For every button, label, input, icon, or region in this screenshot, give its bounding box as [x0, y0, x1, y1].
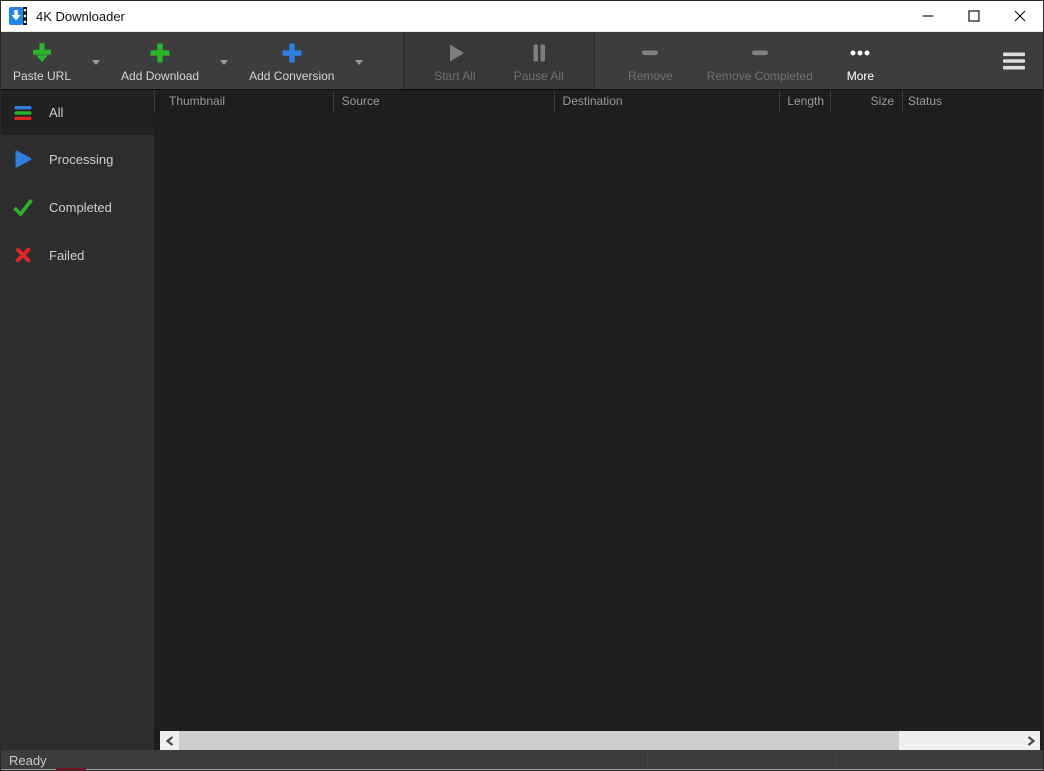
scroll-right-button[interactable] [1021, 731, 1040, 750]
bottom-edge-red-fragment [56, 768, 86, 770]
paste-url-icon [30, 39, 54, 66]
add-conversion-icon [280, 39, 304, 66]
sidebar-item-label: Processing [49, 152, 113, 167]
toolbar-add-group: Paste URL Add Download [1, 32, 403, 89]
scroll-left-button[interactable] [160, 731, 179, 750]
more-button[interactable]: More [839, 32, 882, 89]
main-region: All Processing Completed Failed [1, 89, 1043, 750]
start-all-label: Start All [434, 69, 475, 83]
statusbar-separator [836, 752, 837, 767]
add-download-button[interactable]: Add Download [113, 32, 207, 89]
chevron-down-icon [92, 60, 100, 65]
dash-icon [747, 39, 773, 66]
column-header-size[interactable]: Size [831, 90, 903, 112]
paste-url-label: Paste URL [13, 69, 71, 83]
close-icon [1014, 10, 1026, 22]
tricolor-bars-icon [12, 102, 34, 124]
scroll-left-icon [166, 736, 174, 746]
toolbar-remove-group: Remove Remove Completed More [595, 32, 891, 89]
more-label: More [847, 69, 874, 83]
hamburger-menu-icon [1001, 51, 1027, 71]
play-icon [12, 148, 34, 170]
sidebar-item-label: Failed [49, 248, 84, 263]
maximize-button[interactable] [951, 1, 997, 31]
sidebar: All Processing Completed Failed [1, 90, 154, 750]
column-header-source[interactable]: Source [334, 90, 555, 112]
close-button[interactable] [997, 1, 1043, 31]
table-header: Thumbnail Source Destination Length Size… [154, 90, 1043, 112]
toolbar-playback-group: Start All Pause All [404, 32, 594, 89]
sidebar-item-label: Completed [49, 200, 112, 215]
pause-all-label: Pause All [514, 69, 564, 83]
column-header-length[interactable]: Length [780, 90, 831, 112]
scroll-right-icon [1027, 736, 1035, 746]
check-icon [12, 196, 34, 218]
window-controls [905, 1, 1043, 31]
download-list-empty-area[interactable] [154, 112, 1043, 731]
titlebar: 4K Downloader [1, 1, 1043, 32]
add-conversion-dropdown[interactable] [342, 32, 376, 89]
sidebar-item-label: All [49, 105, 63, 120]
chevron-down-icon [355, 60, 363, 65]
paste-url-button[interactable]: Paste URL [5, 32, 79, 89]
download-table: Thumbnail Source Destination Length Size… [154, 90, 1043, 750]
sidebar-item-all[interactable]: All [1, 90, 154, 135]
status-text: Ready [9, 753, 47, 768]
add-download-label: Add Download [121, 69, 199, 83]
sidebar-item-failed[interactable]: Failed [1, 231, 154, 279]
app-window: 4K Downloader [0, 0, 1044, 771]
toolbar: Paste URL Add Download [1, 32, 1043, 89]
add-download-icon [148, 39, 172, 66]
pause-icon [527, 39, 551, 66]
statusbar-separator [647, 752, 648, 767]
start-all-button[interactable]: Start All [426, 32, 483, 89]
status-bar: Ready [1, 750, 1043, 770]
paste-url-dropdown[interactable] [79, 32, 113, 89]
pause-all-button[interactable]: Pause All [506, 32, 572, 89]
add-conversion-button[interactable]: Add Conversion [241, 32, 342, 89]
horizontal-scrollbar[interactable] [160, 731, 1040, 750]
sidebar-item-processing[interactable]: Processing [1, 135, 154, 183]
column-header-status[interactable]: Status [903, 90, 1043, 112]
app-logo-icon [9, 7, 27, 25]
column-header-thumbnail[interactable]: Thumbnail [155, 90, 334, 112]
column-header-destination[interactable]: Destination [555, 90, 781, 112]
minimize-button[interactable] [905, 1, 951, 31]
remove-completed-label: Remove Completed [707, 69, 813, 83]
scrollbar-track[interactable] [899, 731, 1021, 750]
remove-label: Remove [628, 69, 673, 83]
dash-icon [637, 39, 663, 66]
remove-completed-button[interactable]: Remove Completed [699, 32, 821, 89]
maximize-icon [968, 10, 980, 22]
window-bottom-edge [1, 769, 1043, 770]
remove-button[interactable]: Remove [620, 32, 681, 89]
sidebar-item-completed[interactable]: Completed [1, 183, 154, 231]
menu-button[interactable] [985, 32, 1043, 89]
minimize-icon [922, 10, 934, 22]
add-download-dropdown[interactable] [207, 32, 241, 89]
window-title: 4K Downloader [36, 9, 125, 24]
ellipsis-icon [847, 39, 873, 66]
play-icon [443, 39, 467, 66]
cross-icon [12, 244, 34, 266]
add-conversion-label: Add Conversion [249, 69, 334, 83]
scrollbar-thumb[interactable] [179, 731, 899, 750]
chevron-down-icon [220, 60, 228, 65]
